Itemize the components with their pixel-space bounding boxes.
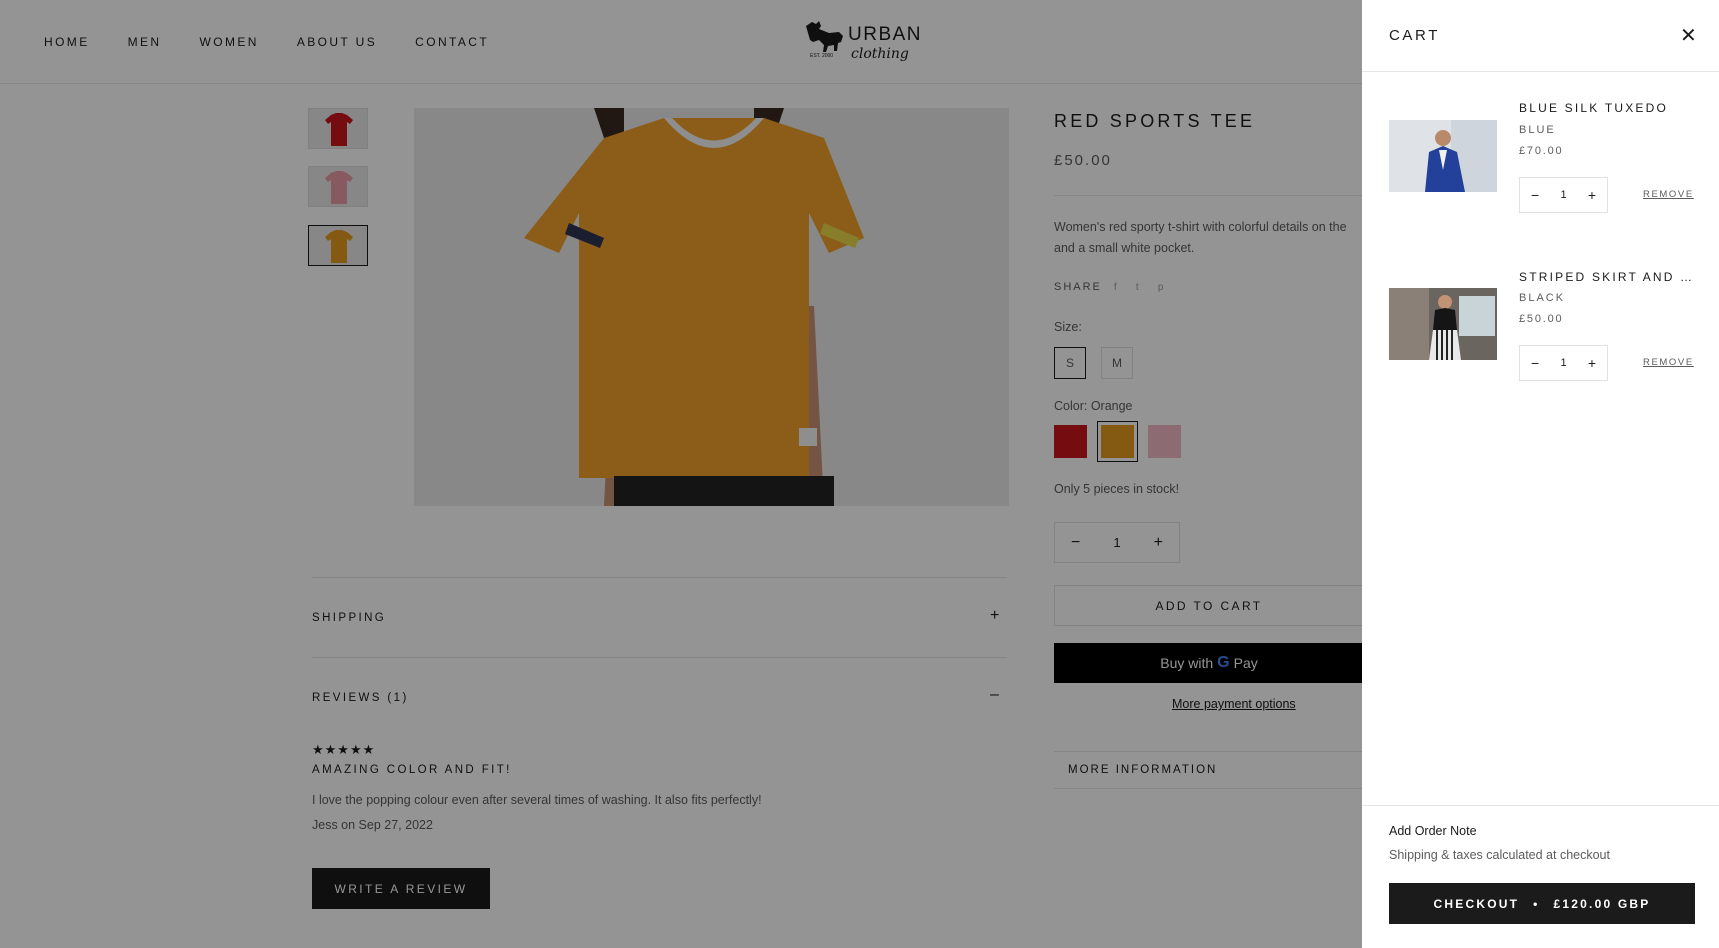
cart-item-image[interactable]: [1389, 120, 1497, 192]
cart-drawer: CART ✕ BLUE SILK TUXEDO BLUE £70.00 − 1 …: [1362, 0, 1719, 948]
cart-item-quantity-stepper: − 1 +: [1519, 345, 1608, 381]
minus-icon[interactable]: −: [1531, 355, 1539, 371]
plus-icon[interactable]: +: [1588, 187, 1596, 203]
cart-item-variant: BLUE: [1519, 124, 1556, 136]
add-order-note-link[interactable]: Add Order Note: [1389, 824, 1477, 838]
page-overlay[interactable]: [0, 0, 1362, 948]
cart-item-variant: BLACK: [1519, 292, 1566, 304]
plus-icon[interactable]: +: [1588, 355, 1596, 371]
shipping-note: Shipping & taxes calculated at checkout: [1389, 848, 1610, 862]
divider: [1362, 71, 1719, 72]
minus-icon[interactable]: −: [1531, 187, 1539, 203]
cart-item-quantity-stepper: − 1 +: [1519, 177, 1608, 213]
checkout-total: £120.00 GBP: [1553, 896, 1651, 911]
remove-item-button[interactable]: REMOVE: [1643, 189, 1694, 200]
cart-item-name[interactable]: BLUE SILK TUXEDO: [1519, 101, 1694, 115]
remove-item-button[interactable]: REMOVE: [1643, 357, 1694, 368]
close-icon[interactable]: ✕: [1680, 26, 1697, 46]
quantity-value[interactable]: 1: [1560, 357, 1566, 369]
checkout-dot: •: [1533, 896, 1540, 911]
cart-item-price: £70.00: [1519, 145, 1564, 157]
cart-item-price: £50.00: [1519, 313, 1564, 325]
quantity-value[interactable]: 1: [1560, 189, 1566, 201]
cart-title: CART: [1389, 27, 1440, 44]
divider: [1362, 805, 1719, 806]
cart-item-image[interactable]: [1389, 288, 1497, 360]
cart-item-name[interactable]: STRIPED SKIRT AND T…: [1519, 270, 1694, 284]
checkout-button[interactable]: CHECKOUT • £120.00 GBP: [1389, 883, 1695, 924]
checkout-label: CHECKOUT: [1433, 896, 1520, 911]
